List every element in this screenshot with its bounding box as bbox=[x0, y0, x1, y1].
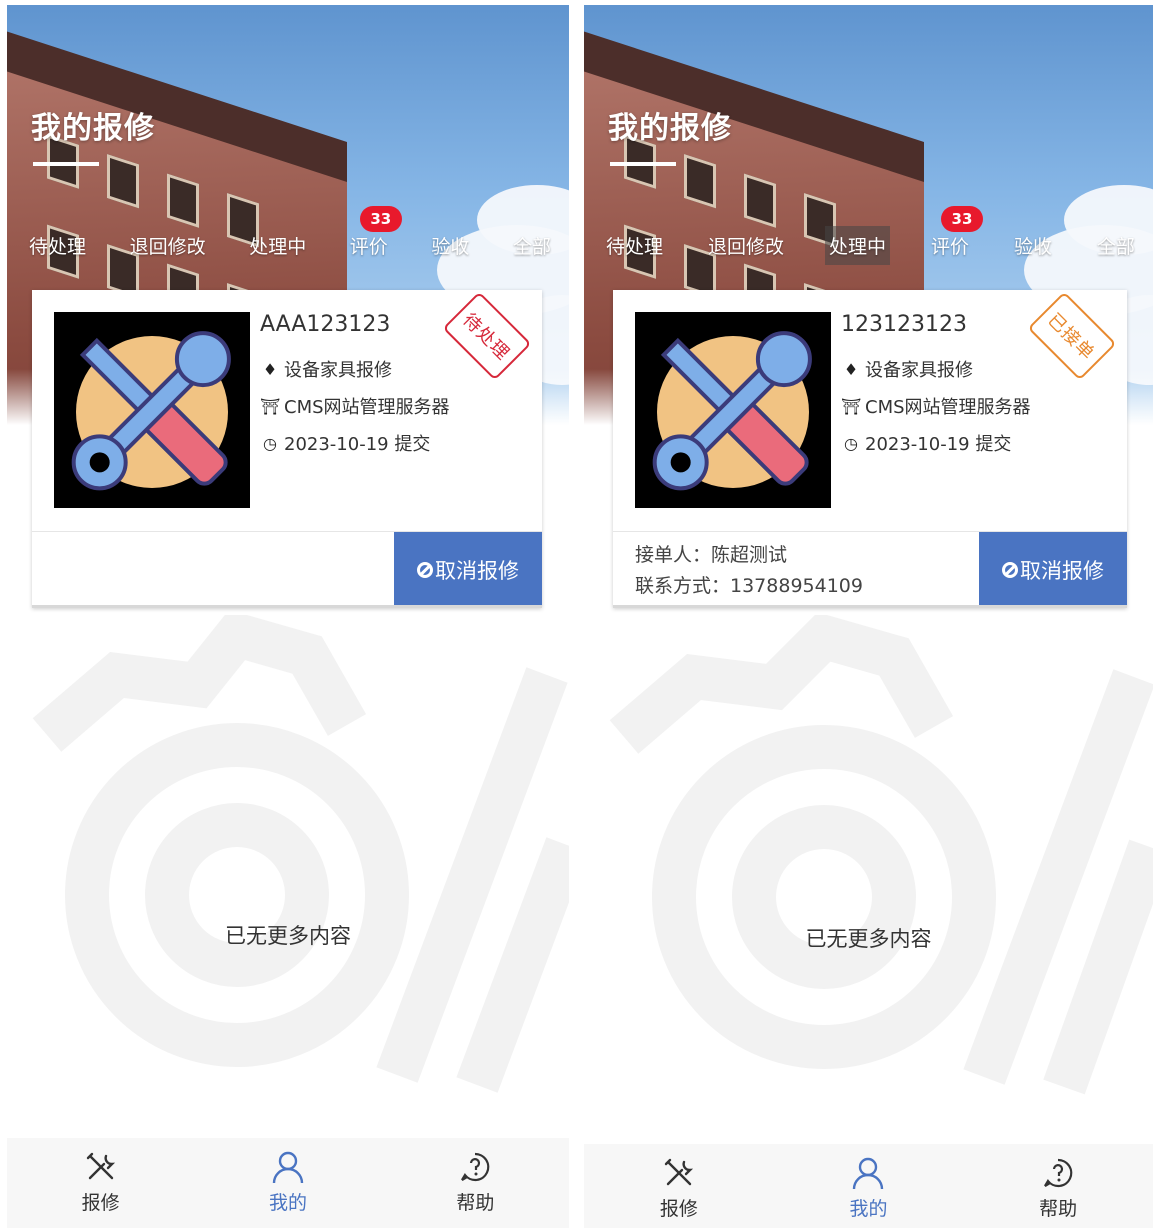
status-tabs: 待处理 退回修改 处理中 评价 33 验收 全部 bbox=[584, 205, 1153, 267]
ban-icon bbox=[417, 562, 433, 578]
tab-processing[interactable]: 处理中 bbox=[824, 225, 890, 265]
nav-mine[interactable]: 我的 bbox=[195, 1138, 380, 1228]
tab-pending[interactable]: 待处理 bbox=[602, 226, 667, 265]
tab-returned[interactable]: 退回修改 bbox=[126, 226, 210, 265]
location-line: ⛩ CMS网站管理服务器 bbox=[841, 393, 1031, 419]
status-tabs: 待处理 退回修改 处理中 评价 33 验收 全部 bbox=[7, 205, 569, 267]
order-number: AAA123123 bbox=[260, 312, 391, 337]
page-title: 我的报修 bbox=[608, 111, 732, 146]
repair-card[interactable]: 123123123 ♦ 设备家具报修 ⛩ CMS网站管理服务器 ◷ 2023-1… bbox=[613, 290, 1127, 608]
status-stamp: 已接单 bbox=[1027, 291, 1117, 381]
repair-card[interactable]: AAA123123 ♦ 设备家具报修 ⛩ CMS网站管理服务器 ◷ 2023-1… bbox=[32, 290, 542, 608]
tools-icon bbox=[664, 1158, 693, 1186]
handler-contact: 联系方式：13788954109 bbox=[635, 575, 863, 597]
tab-returned[interactable]: 退回修改 bbox=[704, 226, 788, 265]
evaluate-count-badge: 33 bbox=[359, 205, 402, 232]
no-more-content: 已无更多内容 bbox=[225, 924, 351, 948]
tab-acceptance[interactable]: 验收 bbox=[427, 226, 473, 265]
tools-icon bbox=[86, 1152, 115, 1180]
title-underline bbox=[610, 162, 676, 166]
clock-icon: ◷ bbox=[263, 433, 277, 453]
nav-repair[interactable]: 报修 bbox=[585, 1144, 773, 1228]
time-line: ◷ 2023-10-19 提交 bbox=[841, 430, 1011, 456]
order-number: 123123123 bbox=[841, 312, 967, 337]
tag-icon: ♦ bbox=[843, 359, 859, 379]
submit-time: 2023-10-19 提交 bbox=[865, 434, 1012, 455]
nav-mine[interactable]: 我的 bbox=[775, 1144, 963, 1228]
bottom-navigation: 报修 我的 帮助 bbox=[7, 1138, 569, 1228]
bottom-navigation: 报修 我的 帮助 bbox=[584, 1144, 1153, 1228]
location-text: CMS网站管理服务器 bbox=[865, 397, 1031, 418]
help-icon bbox=[461, 1152, 490, 1182]
gear-watermark-icon bbox=[609, 615, 1153, 1095]
location-text: CMS网站管理服务器 bbox=[284, 397, 450, 418]
category-line: ♦ 设备家具报修 bbox=[841, 356, 973, 382]
category-text: 设备家具报修 bbox=[865, 360, 973, 381]
nav-help[interactable]: 帮助 bbox=[964, 1144, 1152, 1228]
ban-icon bbox=[1002, 562, 1018, 578]
status-stamp: 待处理 bbox=[442, 291, 532, 381]
location-line: ⛩ CMS网站管理服务器 bbox=[260, 393, 450, 419]
cancel-repair-button[interactable]: 取消报修 bbox=[394, 532, 542, 608]
title-underline bbox=[33, 162, 99, 166]
tab-processing[interactable]: 处理中 bbox=[245, 226, 310, 265]
user-icon bbox=[853, 1157, 884, 1190]
tab-acceptance[interactable]: 验收 bbox=[1010, 226, 1056, 265]
repair-tools-image bbox=[635, 312, 831, 508]
card-footer: 接单人：陈超测试 联系方式：13788954109 取消报修 bbox=[613, 531, 1127, 608]
help-icon bbox=[1044, 1158, 1073, 1188]
nav-help[interactable]: 帮助 bbox=[383, 1138, 568, 1228]
nav-repair[interactable]: 报修 bbox=[8, 1138, 193, 1228]
no-more-content: 已无更多内容 bbox=[805, 927, 932, 951]
repair-tools-image bbox=[54, 312, 250, 508]
screen-accepted: 我的报修 待处理 退回修改 处理中 评价 33 验收 全部 123123123 … bbox=[584, 5, 1153, 1228]
tab-evaluate[interactable]: 评价 33 bbox=[346, 205, 402, 265]
time-line: ◷ 2023-10-19 提交 bbox=[260, 430, 430, 456]
card-footer: 取消报修 bbox=[32, 531, 542, 608]
building-icon: ⛩ bbox=[841, 396, 862, 416]
submit-time: 2023-10-19 提交 bbox=[284, 434, 431, 455]
page-title: 我的报修 bbox=[31, 111, 155, 146]
handler-info: 接单人：陈超测试 联系方式：13788954109 bbox=[635, 540, 863, 602]
tab-all[interactable]: 全部 bbox=[1093, 226, 1139, 265]
screen-pending: 我的报修 待处理 退回修改 处理中 评价 33 验收 全部 AAA123123 … bbox=[7, 5, 569, 1228]
cancel-repair-button[interactable]: 取消报修 bbox=[979, 532, 1127, 608]
clock-icon: ◷ bbox=[844, 433, 858, 453]
tab-pending[interactable]: 待处理 bbox=[25, 226, 90, 265]
tag-icon: ♦ bbox=[262, 359, 278, 379]
category-line: ♦ 设备家具报修 bbox=[260, 356, 392, 382]
tab-all[interactable]: 全部 bbox=[509, 226, 555, 265]
evaluate-count-badge: 33 bbox=[940, 205, 983, 232]
user-icon bbox=[272, 1151, 304, 1184]
gear-watermark-icon bbox=[32, 615, 569, 1093]
handler-name: 接单人：陈超测试 bbox=[635, 544, 788, 566]
building-icon: ⛩ bbox=[260, 396, 281, 416]
tab-evaluate[interactable]: 评价 33 bbox=[927, 205, 983, 265]
category-text: 设备家具报修 bbox=[284, 360, 392, 381]
